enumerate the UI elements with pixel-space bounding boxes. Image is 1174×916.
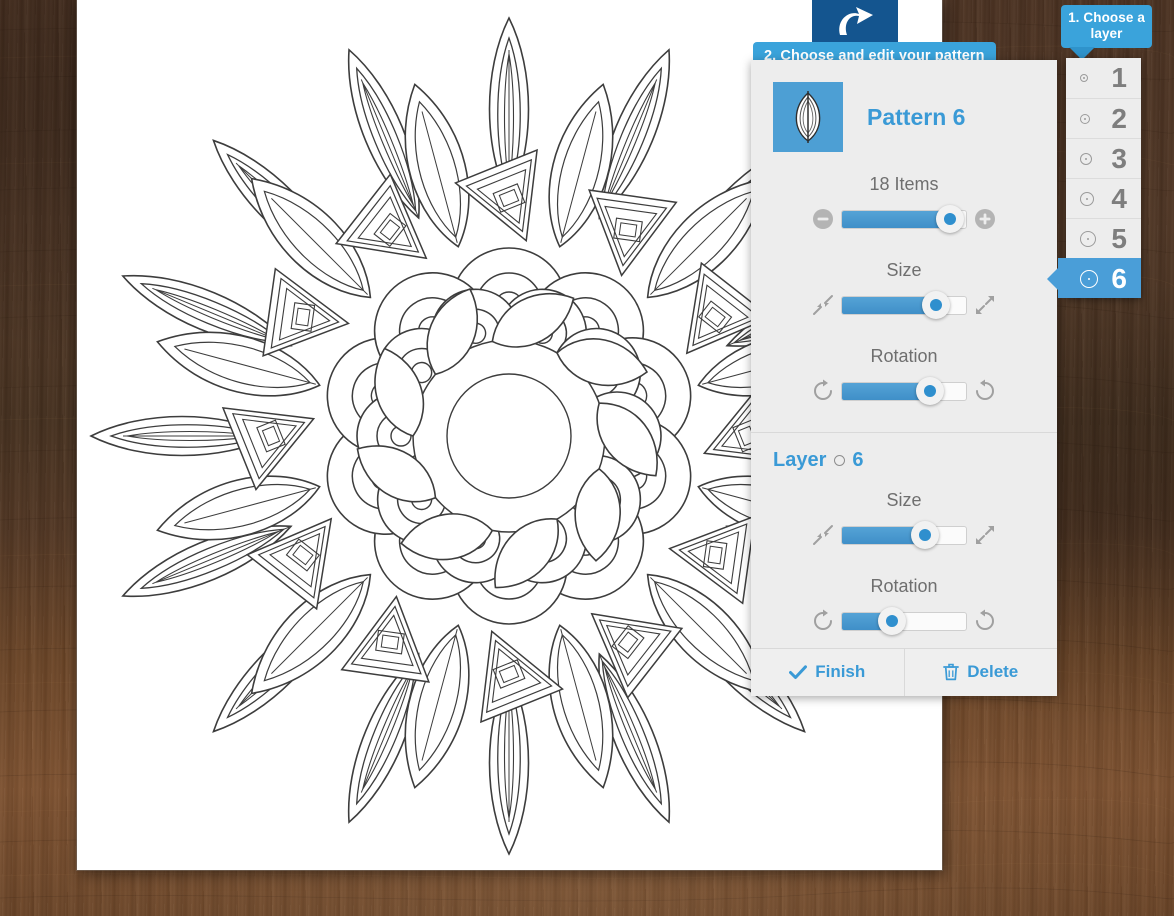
pattern-size-increase-button[interactable] [967,290,1003,320]
items-label: 18 Items [869,174,939,194]
layer-dot-icon [1080,191,1094,206]
finish-button[interactable]: Finish [751,649,904,696]
layer-dot-icon [834,455,846,466]
selected-layer-pointer [1047,267,1058,290]
layer-rotation-increase-button[interactable] [967,606,1003,636]
rotate-clockwise-icon [814,379,832,400]
pattern-title: Pattern 6 [867,103,966,130]
layer-rotation-decrease-button[interactable] [805,606,841,636]
layer-selector-item-label: 3 [1111,142,1127,174]
panel-footer: Finish Delete [751,648,1057,696]
layer-selector-item-1[interactable]: 1 [1066,58,1141,98]
layer-selector-item-5[interactable]: 5 [1066,218,1141,258]
pattern-size-slider-thumb[interactable] [922,291,951,319]
layer-selector-item-label: 4 [1111,182,1127,214]
pattern-section: Pattern 6 18 Items Size Rotation [751,60,1057,432]
layer-dot-icon [1080,113,1090,124]
items-decrease-button[interactable] [805,204,841,234]
pattern-header: Pattern 6 [751,82,1057,152]
shrink-arrows-icon [813,295,833,315]
layer-selector-item-label: 5 [1111,222,1127,254]
layer-dot-icon [1080,74,1088,82]
pattern-size-decrease-button[interactable] [805,290,841,320]
leaf-petal-icon [795,91,821,143]
layer-selector-item-3[interactable]: 3 [1066,138,1141,178]
layer-dot-icon [1080,152,1092,165]
rotate-counterclockwise-icon [976,379,994,400]
minus-circle-icon [813,209,833,229]
rotate-counterclockwise-icon [976,609,994,630]
pattern-rotation-decrease-button[interactable] [805,376,841,406]
rotate-clockwise-icon [814,609,832,630]
callout-step-1-text: 1. Choose a layer [1068,10,1145,41]
undo-arrow-icon [839,7,873,35]
items-increase-button[interactable] [967,204,1003,234]
layer-selector-item-label: 1 [1111,62,1127,93]
layer-selector-item-label: 6 [1111,262,1127,294]
check-icon [789,664,808,679]
layer-size-slider-track[interactable] [841,521,967,549]
layer-dot-icon [1080,269,1098,288]
pattern-rotation-slider-thumb[interactable] [916,377,945,405]
items-slider-thumb[interactable] [935,205,964,233]
pattern-rotation-slider-row [751,376,1057,406]
pattern-editor-panel: Pattern 6 18 Items Size Rotation Layer 6… [751,60,1057,696]
layer-selector-item-2[interactable]: 2 [1066,98,1141,138]
layer-rotation-slider-track[interactable] [841,607,967,635]
layer-dot-icon [1080,230,1096,247]
expand-arrows-icon [976,526,994,544]
layer-size-increase-button[interactable] [967,520,1003,550]
layer-rotation-slider-thumb[interactable] [877,607,906,635]
delete-button[interactable]: Delete [903,649,1058,696]
pattern-size-slider-track[interactable] [841,291,967,319]
layer-section-number: 6 [852,449,864,471]
pattern-size-label: Size [886,260,922,280]
undo-button[interactable] [812,0,898,42]
layer-selector-item-label: 2 [1111,102,1127,134]
layer-size-label: Size [886,490,922,510]
pattern-thumbnail-button[interactable] [773,82,843,152]
pattern-rotation-increase-button[interactable] [967,376,1003,406]
layer-section-header: Layer 6 [751,449,1057,490]
expand-arrows-icon [976,296,994,314]
pattern-rotation-label: Rotation [870,346,938,366]
items-slider-row [751,204,1057,234]
items-slider-fill [842,210,950,228]
layer-size-decrease-button[interactable] [805,520,841,550]
pattern-size-slider-row [751,290,1057,320]
items-slider-track[interactable] [841,205,967,233]
layer-rotation-label: Rotation [870,576,938,596]
shrink-arrows-icon [813,525,833,545]
layer-section-title: Layer [773,449,827,471]
layer-section: Layer 6 Size Rotation [751,433,1057,648]
layer-selector-item-6[interactable]: 6 [1047,258,1141,298]
layer-rotation-slider-row [751,606,1057,636]
delete-button-label: Delete [967,662,1019,681]
layer-selector-item-4[interactable]: 4 [1066,178,1141,218]
callout-step-1: 1. Choose a layer [1061,5,1152,60]
trash-icon [943,663,960,681]
layer-size-slider-row [751,520,1057,550]
layer-size-slider-thumb[interactable] [911,521,940,549]
pattern-rotation-slider-track[interactable] [841,377,967,405]
plus-circle-icon [975,209,995,229]
finish-button-label: Finish [815,662,866,681]
layer-selector: 1 2 3 4 5 6 [1047,58,1141,298]
